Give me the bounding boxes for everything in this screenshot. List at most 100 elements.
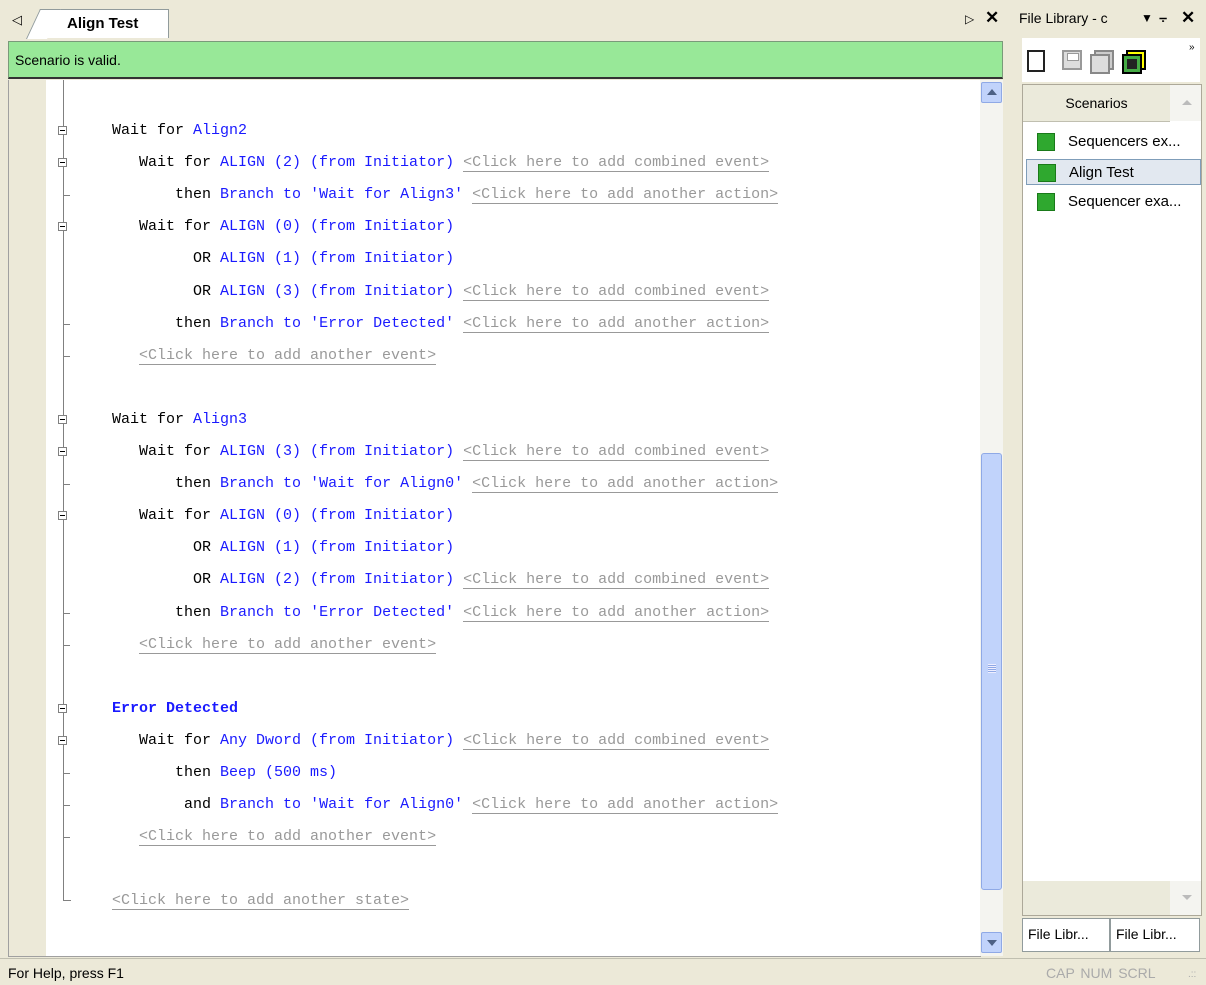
vertical-scrollbar[interactable] <box>980 80 1003 956</box>
editor-pane: ◁ Align Test ▷ ✕ Scenario is valid. Wait… <box>0 0 1011 957</box>
keyword-text <box>301 604 310 621</box>
value-text[interactable]: 'Wait for Align0' <box>310 796 463 813</box>
add-item-link[interactable]: <Click here to add another action> <box>472 475 779 493</box>
tree-tick <box>64 195 70 196</box>
collapse-icon[interactable] <box>58 222 67 231</box>
collapse-icon[interactable] <box>58 704 67 713</box>
add-item-link[interactable]: <Click here to add combined event> <box>463 154 770 172</box>
code-line: then Branch to 'Error Detected' <Click h… <box>112 602 770 624</box>
value-text[interactable]: Branch to <box>220 475 301 492</box>
list-item[interactable]: Sequencers ex... <box>1026 129 1201 155</box>
list-header[interactable]: Scenarios <box>1023 85 1170 122</box>
close-icon[interactable]: ✕ <box>985 8 999 28</box>
value-text[interactable]: 'Wait for Align0' <box>310 475 463 492</box>
list-item-label: Align Test <box>1069 164 1134 181</box>
help-text: For Help, press F1 <box>8 965 124 981</box>
save-all-icon[interactable] <box>1090 50 1114 74</box>
value-text[interactable]: Branch to <box>220 315 301 332</box>
scenario-icon <box>1037 133 1055 151</box>
collapse-icon[interactable] <box>58 447 67 456</box>
value-text[interactable]: ALIGN (3) (from Initiator) <box>220 283 454 300</box>
tree-tick <box>64 613 70 614</box>
scroll-thumb[interactable] <box>981 453 1002 890</box>
toolbar-overflow-icon[interactable]: » <box>1189 42 1195 53</box>
value-text[interactable]: Align2 <box>193 122 247 139</box>
collapse-icon[interactable] <box>58 126 67 135</box>
code-line: <Click here to add another state> <box>112 890 410 912</box>
value-text[interactable]: 'Error Detected' <box>310 604 454 621</box>
status-bar: For Help, press F1 CAP NUM SCRL .:: <box>0 958 1206 985</box>
panel-title: File Library - c <box>1019 10 1108 26</box>
value-text[interactable]: ALIGN (3) (from Initiator) <box>220 443 454 460</box>
resize-grip-icon[interactable]: .:: <box>1188 969 1196 980</box>
scroll-grip <box>988 664 996 673</box>
keyword-text <box>301 186 310 203</box>
list-item[interactable]: Sequencer exa... <box>1026 189 1201 215</box>
list-scroll-down[interactable] <box>1170 881 1201 915</box>
pin-icon[interactable]: ⨪ <box>1159 9 1167 26</box>
value-text[interactable]: ALIGN (0) (from Initiator) <box>220 507 454 524</box>
value-text[interactable]: Branch to <box>220 796 301 813</box>
keyword-text: Wait for <box>112 122 194 139</box>
collapse-icon[interactable] <box>58 158 67 167</box>
add-item-link[interactable]: <Click here to add another action> <box>463 604 770 622</box>
value-text[interactable]: ALIGN (2) (from Initiator) <box>220 571 454 588</box>
collapse-icon[interactable] <box>58 415 67 424</box>
value-text[interactable]: Branch to <box>220 604 301 621</box>
list-scroll-up[interactable] <box>1170 85 1201 121</box>
add-item-link[interactable]: <Click here to add another action> <box>463 315 770 333</box>
value-text[interactable]: ALIGN (0) (from Initiator) <box>220 218 454 235</box>
save-icon[interactable] <box>1062 50 1082 70</box>
scroll-tabs-left-icon[interactable]: ◁ <box>12 12 22 28</box>
code-line: <Click here to add another event> <box>112 826 437 848</box>
value-text[interactable]: Align3 <box>193 411 247 428</box>
tab-align-test[interactable]: Align Test <box>44 9 169 38</box>
list-item-selected[interactable]: Align Test <box>1026 159 1201 185</box>
value-text[interactable]: ALIGN (1) (from Initiator) <box>220 250 454 267</box>
code-line: then Beep (500 ms) <box>112 762 337 784</box>
code-line: then Branch to 'Wait for Align3' <Click … <box>112 184 779 206</box>
list-item-label: Sequencers ex... <box>1068 133 1181 150</box>
code-line: Error Detected <box>112 698 238 720</box>
close-panel-icon[interactable]: ✕ <box>1181 8 1195 28</box>
value-text[interactable]: Error Detected <box>112 700 238 717</box>
tab-bar: ◁ Align Test ▷ ✕ <box>0 0 1011 38</box>
new-file-icon[interactable] <box>1027 50 1045 72</box>
scroll-up-button[interactable] <box>981 82 1002 103</box>
add-item-link[interactable]: <Click here to add another event> <box>139 347 437 365</box>
dropdown-icon[interactable]: ▼ <box>1141 11 1153 25</box>
keyword-text <box>301 315 310 332</box>
keyword-text <box>301 475 310 492</box>
tab-file-library-2[interactable]: File Libr... <box>1110 918 1200 952</box>
add-item-link[interactable]: <Click here to add combined event> <box>463 443 770 461</box>
key-indicators: CAP NUM SCRL <box>1046 965 1156 981</box>
list-header-label: Scenarios <box>1065 95 1128 111</box>
add-item-link[interactable]: <Click here to add another action> <box>472 796 779 814</box>
list-footer <box>1023 881 1201 915</box>
add-item-link[interactable]: <Click here to add combined event> <box>463 283 770 301</box>
keyword-text: then <box>112 604 221 621</box>
collapse-icon[interactable] <box>58 736 67 745</box>
collapse-icon[interactable] <box>58 511 67 520</box>
add-item-link[interactable]: <Click here to add combined event> <box>463 732 770 750</box>
list-item-label: Sequencer exa... <box>1068 193 1182 210</box>
panel-bottom-tabs: File Libr... File Libr... <box>1022 918 1206 956</box>
value-text[interactable]: ALIGN (2) (from Initiator) <box>220 154 454 171</box>
scroll-down-button[interactable] <box>981 932 1002 953</box>
value-text[interactable]: Beep (500 ms) <box>220 764 337 781</box>
value-text[interactable]: 'Error Detected' <box>310 315 454 332</box>
scenario-editor[interactable]: Wait for Align2 Wait for ALIGN (2) (from… <box>8 80 981 957</box>
tab-file-library-1[interactable]: File Libr... <box>1022 918 1110 952</box>
library-stack-icon[interactable] <box>1122 50 1146 74</box>
add-item-link[interactable]: <Click here to add another action> <box>472 186 779 204</box>
add-item-link[interactable]: <Click here to add another event> <box>139 828 437 846</box>
value-text[interactable]: 'Wait for Align3' <box>310 186 463 203</box>
add-item-link[interactable]: <Click here to add combined event> <box>463 571 770 589</box>
value-text[interactable]: Any Dword (from Initiator) <box>220 732 454 749</box>
value-text[interactable]: ALIGN (1) (from Initiator) <box>220 539 454 556</box>
add-item-link[interactable]: <Click here to add another state> <box>112 892 410 910</box>
add-item-link[interactable]: <Click here to add another event> <box>139 636 437 654</box>
value-text[interactable]: Branch to <box>220 186 301 203</box>
scroll-tabs-right-icon[interactable]: ▷ <box>965 12 974 26</box>
tree-tick <box>64 837 70 838</box>
